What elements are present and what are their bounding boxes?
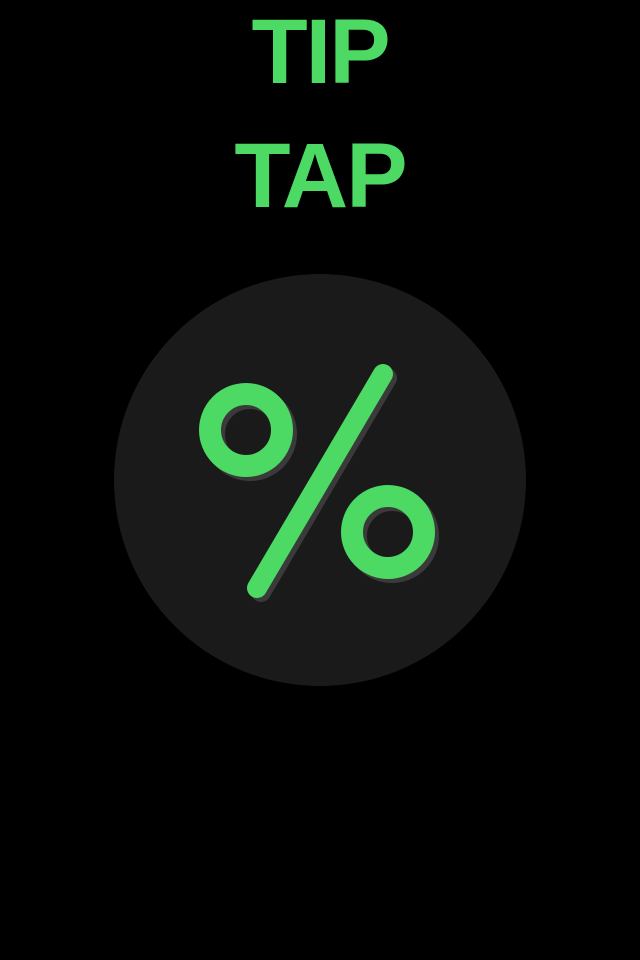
title-tip: TIP (251, 1, 390, 103)
app-screen: TIP TAP (0, 0, 640, 960)
tip-calculator-button[interactable] (114, 274, 526, 686)
percent-icon (199, 364, 439, 602)
title-tap: TAP (234, 125, 407, 227)
